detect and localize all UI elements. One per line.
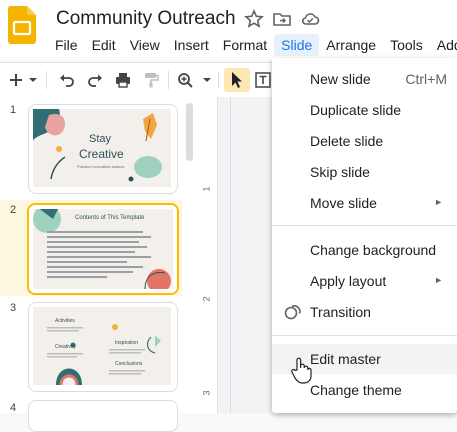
menu-file[interactable]: File [48, 34, 85, 56]
paint-format-icon [145, 73, 159, 88]
print-icon [116, 73, 130, 88]
menu-item-skip-slide[interactable]: Skip slide [272, 157, 457, 187]
slide-edge [230, 97, 231, 413]
slides-logo-icon[interactable] [8, 6, 36, 44]
menu-item-duplicate-slide[interactable]: Duplicate slide [272, 95, 457, 125]
menu-insert[interactable]: Insert [167, 34, 216, 56]
slide-number: 1 [10, 104, 17, 116]
slide-1-title-line2: Creative [79, 147, 124, 161]
ruler-mark: 2 [201, 296, 212, 302]
menu-edit[interactable]: Edit [85, 34, 123, 56]
shortcut-label: Ctrl+M [405, 71, 447, 87]
star-icon[interactable] [244, 9, 264, 29]
text-box-button[interactable] [254, 68, 272, 92]
menu-bar: File Edit View Insert Format Slide Arran… [48, 34, 457, 56]
paint-format-button[interactable] [140, 68, 162, 92]
menu-format[interactable]: Format [216, 34, 274, 56]
plus-icon [10, 74, 37, 86]
slide-thumbnail-4[interactable] [28, 400, 178, 432]
print-button[interactable] [112, 68, 134, 92]
slide-number: 4 [10, 402, 17, 414]
text-box-icon [255, 72, 271, 88]
slide-3-preview: Activities Inspiration Creativity Conclu… [33, 307, 171, 385]
ruler-mark: 1 [201, 186, 212, 192]
select-tool-button[interactable] [224, 68, 250, 92]
zoom-button[interactable] [174, 68, 214, 92]
menu-addons[interactable]: Add [430, 34, 457, 56]
slide-2-title: Contents of This Template [75, 215, 145, 221]
submenu-arrow-icon: ► [434, 197, 443, 207]
redo-icon [88, 74, 102, 87]
filmstrip-scrollbar[interactable] [186, 103, 193, 161]
hand-cursor-icon [291, 357, 312, 384]
slide-1-preview: Stay Creative Practice innovative action… [33, 109, 171, 187]
menu-item-change-background[interactable]: Change background [272, 235, 457, 265]
slide-thumbnail-1[interactable]: Stay Creative Practice innovative action… [28, 104, 178, 194]
slide-thumbnail-3[interactable]: Activities Inspiration Creativity Conclu… [28, 302, 178, 392]
slide-1-title-line1: Stay [89, 133, 112, 145]
slide-3-decoration [47, 324, 161, 385]
slide-thumbnail-2[interactable]: Contents of This Template [27, 203, 179, 295]
slide-1-subtitle: Practice innovative actions [77, 164, 125, 169]
menu-item-new-slide[interactable]: New slide Ctrl+M [272, 64, 457, 94]
menu-view[interactable]: View [123, 34, 167, 56]
move-folder-icon[interactable] [272, 9, 292, 29]
slide-number: 3 [10, 302, 17, 314]
slide-number: 2 [10, 204, 17, 216]
undo-button[interactable] [56, 68, 78, 92]
vertical-ruler [197, 97, 218, 413]
slide-2-preview: Contents of This Template [33, 209, 173, 289]
menu-divider [272, 225, 457, 226]
cursor-arrow-icon [232, 72, 242, 88]
slide-3-inspiration: Inspiration [115, 340, 139, 346]
slide-2-decoration [33, 209, 171, 289]
redo-button[interactable] [84, 68, 106, 92]
submenu-arrow-icon: ► [434, 275, 443, 285]
document-title[interactable]: Community Outreach [56, 8, 236, 30]
zoom-icon [178, 73, 211, 88]
menu-arrange[interactable]: Arrange [319, 34, 383, 56]
cloud-status-icon[interactable] [300, 9, 320, 29]
transition-icon [284, 305, 301, 320]
slide-3-creativity: Creativity [55, 344, 76, 350]
undo-icon [60, 74, 74, 87]
menu-slide[interactable]: Slide [274, 34, 320, 56]
menu-item-apply-layout[interactable]: Apply layout ► [272, 266, 457, 296]
menu-item-delete-slide[interactable]: Delete slide [272, 126, 457, 156]
app-header: Community Outreach File Edit View Insert… [0, 0, 457, 60]
menu-item-transition[interactable]: Transition [272, 297, 457, 327]
slide-3-activities: Activities [55, 318, 75, 324]
ruler-mark: 3 [201, 390, 212, 396]
menu-divider [272, 335, 457, 336]
menu-tools[interactable]: Tools [383, 34, 430, 56]
menu-item-move-slide[interactable]: Move slide ► [272, 188, 457, 218]
new-slide-button[interactable] [6, 68, 40, 92]
slide-3-conclusions: Conclusions [115, 361, 143, 367]
